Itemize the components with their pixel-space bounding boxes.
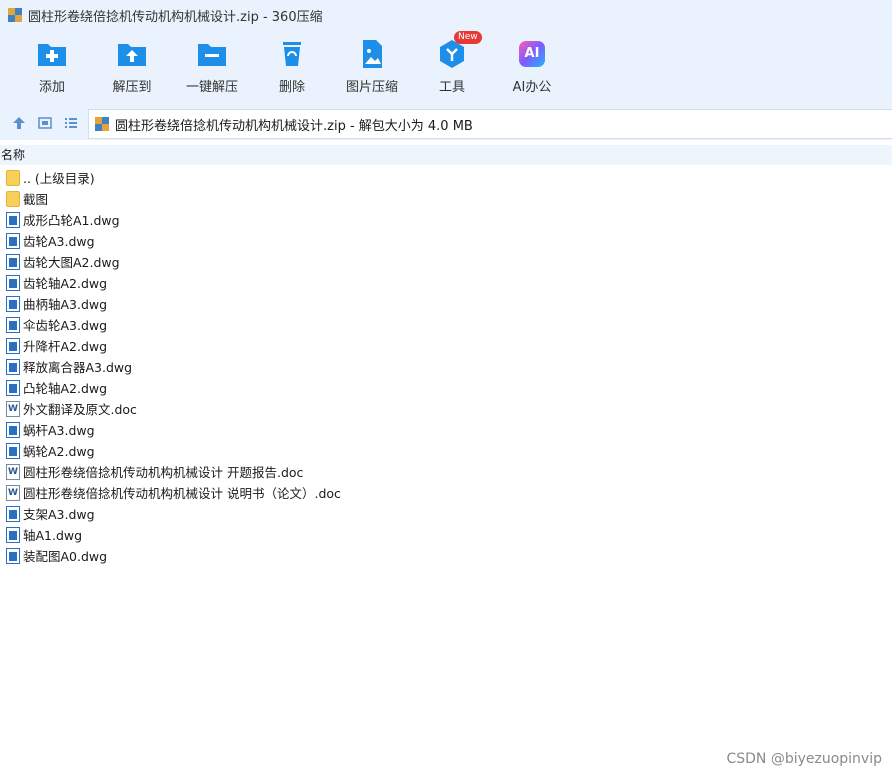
delete-icon: [276, 38, 308, 70]
title-bar: 圆柱形卷绕倍捻机传动机构机械设计.zip - 360压缩: [0, 0, 892, 30]
address-bar: 圆柱形卷绕倍捻机传动机构机械设计.zip - 解包大小为 4.0 MB: [0, 104, 892, 140]
column-header-label: 名称: [1, 148, 26, 162]
watermark: CSDN @biyezuopinvip: [726, 751, 882, 767]
file-name: 蜗杆A3.dwg: [23, 423, 95, 438]
file-name: 轴A1.dwg: [23, 528, 83, 543]
word-doc-icon: [6, 484, 20, 501]
tools-button[interactable]: New 工具: [412, 31, 492, 95]
list-item[interactable]: 齿轮A3.dwg: [0, 230, 892, 251]
dwg-file-icon: [6, 421, 20, 438]
file-name: 支架A3.dwg: [23, 507, 95, 522]
zip-archive-icon: [95, 117, 109, 131]
file-name: 装配图A0.dwg: [23, 549, 108, 564]
folder-icon: [6, 190, 20, 207]
file-name: 成形凸轮A1.dwg: [23, 213, 120, 228]
word-doc-icon: [6, 463, 20, 480]
file-name: 凸轮轴A2.dwg: [23, 381, 108, 396]
toolbar: 添加 解压到 一键解压 删除 图片压缩 New 工具 AI AI办公: [0, 30, 892, 104]
address-text: 圆柱形卷绕倍捻机传动机构机械设计.zip - 解包大小为 4.0 MB: [115, 118, 473, 134]
list-item[interactable]: 装配图A0.dwg: [0, 545, 892, 566]
add-button[interactable]: 添加: [12, 38, 92, 95]
list-item[interactable]: 支架A3.dwg: [0, 503, 892, 524]
list-item[interactable]: 升降杆A2.dwg: [0, 335, 892, 356]
list-item[interactable]: 外文翻译及原文.doc: [0, 398, 892, 419]
dwg-file-icon: [6, 505, 20, 522]
list-item[interactable]: 齿轮大图A2.dwg: [0, 251, 892, 272]
file-name: 截图: [23, 192, 49, 207]
thumbnail-view-icon[interactable]: [38, 115, 52, 129]
list-item[interactable]: 释放离合器A3.dwg: [0, 356, 892, 377]
folder-icon: [6, 169, 20, 186]
dwg-file-icon: [6, 526, 20, 543]
file-name: 齿轮轴A2.dwg: [23, 276, 108, 291]
one-click-extract-label: 一键解压: [185, 80, 238, 95]
column-header-name[interactable]: 名称: [0, 145, 892, 165]
file-name: 伞齿轮A3.dwg: [23, 318, 108, 333]
ai-icon-text: AI: [524, 46, 540, 61]
file-name: 齿轮大图A2.dwg: [23, 255, 120, 270]
dwg-file-icon: [6, 358, 20, 375]
list-item[interactable]: 截图: [0, 188, 892, 209]
image-compress-button[interactable]: 图片压缩: [332, 38, 412, 95]
file-name: 升降杆A2.dwg: [23, 339, 108, 354]
ai-office-label: AI办公: [512, 80, 552, 95]
window-title: 圆柱形卷绕倍捻机传动机构机械设计.zip - 360压缩: [28, 9, 323, 25]
one-click-extract-icon: [196, 38, 228, 70]
dwg-file-icon: [6, 379, 20, 396]
extract-to-button[interactable]: 解压到: [92, 38, 172, 95]
list-item[interactable]: 轴A1.dwg: [0, 524, 892, 545]
image-compress-icon: [356, 38, 388, 70]
list-item[interactable]: 蜗杆A3.dwg: [0, 419, 892, 440]
tools-label: 工具: [438, 80, 465, 95]
one-click-extract-button[interactable]: 一键解压: [172, 38, 252, 95]
add-folder-icon: [36, 38, 68, 70]
dwg-file-icon: [6, 442, 20, 459]
image-compress-label: 图片压缩: [345, 80, 398, 95]
file-name: 圆柱形卷绕倍捻机传动机构机械设计 开题报告.doc: [23, 465, 304, 480]
file-name: 齿轮A3.dwg: [23, 234, 95, 249]
file-name: 外文翻译及原文.doc: [23, 402, 137, 417]
list-item[interactable]: 曲柄轴A3.dwg: [0, 293, 892, 314]
delete-label: 删除: [278, 80, 305, 95]
address-path[interactable]: 圆柱形卷绕倍捻机传动机构机械设计.zip - 解包大小为 4.0 MB: [88, 109, 892, 139]
extract-to-label: 解压到: [112, 80, 152, 95]
list-item[interactable]: 蜗轮A2.dwg: [0, 440, 892, 461]
file-name: 圆柱形卷绕倍捻机传动机构机械设计 说明书（论文）.doc: [23, 486, 341, 501]
tools-icon: New: [436, 31, 482, 70]
list-view-icon[interactable]: [64, 115, 78, 129]
list-item[interactable]: 齿轮轴A2.dwg: [0, 272, 892, 293]
extract-to-icon: [116, 38, 148, 70]
dwg-file-icon: [6, 232, 20, 249]
list-item[interactable]: 凸轮轴A2.dwg: [0, 377, 892, 398]
up-arrow-icon[interactable]: [12, 115, 26, 129]
word-doc-icon: [6, 400, 20, 417]
list-item[interactable]: 圆柱形卷绕倍捻机传动机构机械设计 开题报告.doc: [0, 461, 892, 482]
new-badge: New: [454, 31, 482, 44]
dwg-file-icon: [6, 295, 20, 312]
ai-office-button[interactable]: AI AI办公: [492, 38, 572, 95]
list-item[interactable]: 成形凸轮A1.dwg: [0, 209, 892, 230]
list-item[interactable]: 圆柱形卷绕倍捻机传动机构机械设计 说明书（论文）.doc: [0, 482, 892, 503]
file-name: 蜗轮A2.dwg: [23, 444, 95, 459]
file-list: .. (上级目录) 截图 成形凸轮A1.dwg 齿轮A3.dwg 齿轮大图A2.…: [0, 167, 892, 566]
file-name: .. (上级目录): [23, 171, 95, 186]
list-item[interactable]: 伞齿轮A3.dwg: [0, 314, 892, 335]
dwg-file-icon: [6, 274, 20, 291]
dwg-file-icon: [6, 253, 20, 270]
delete-button[interactable]: 删除: [252, 38, 332, 95]
dwg-file-icon: [6, 211, 20, 228]
list-item[interactable]: .. (上级目录): [0, 167, 892, 188]
ai-office-icon: AI: [519, 41, 545, 67]
dwg-file-icon: [6, 337, 20, 354]
dwg-file-icon: [6, 316, 20, 333]
file-name: 曲柄轴A3.dwg: [23, 297, 108, 312]
file-name: 释放离合器A3.dwg: [23, 360, 133, 375]
app-icon: [8, 8, 22, 22]
dwg-file-icon: [6, 547, 20, 564]
add-label: 添加: [38, 80, 65, 95]
